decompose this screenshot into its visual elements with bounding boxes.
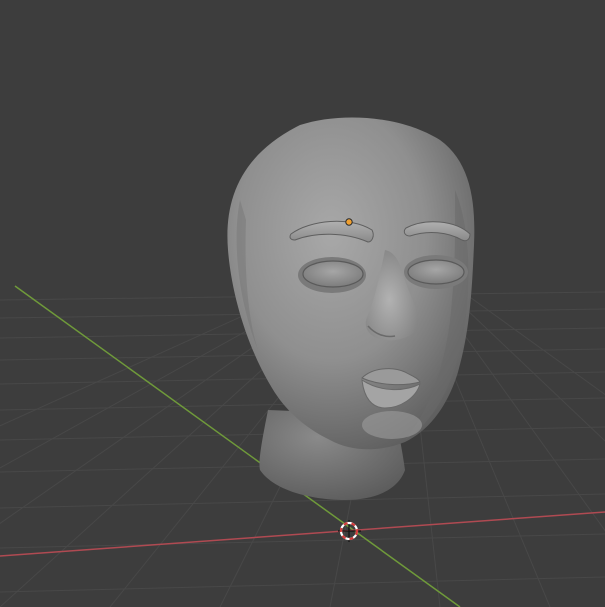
x-axis-line (0, 511, 605, 557)
head-mesh[interactable] (227, 117, 475, 500)
left-eye (302, 260, 364, 288)
right-eye (407, 259, 465, 285)
3d-cursor-icon[interactable] (338, 520, 361, 542)
object-origin-point[interactable] (345, 218, 353, 226)
3d-viewport[interactable] (0, 0, 605, 607)
